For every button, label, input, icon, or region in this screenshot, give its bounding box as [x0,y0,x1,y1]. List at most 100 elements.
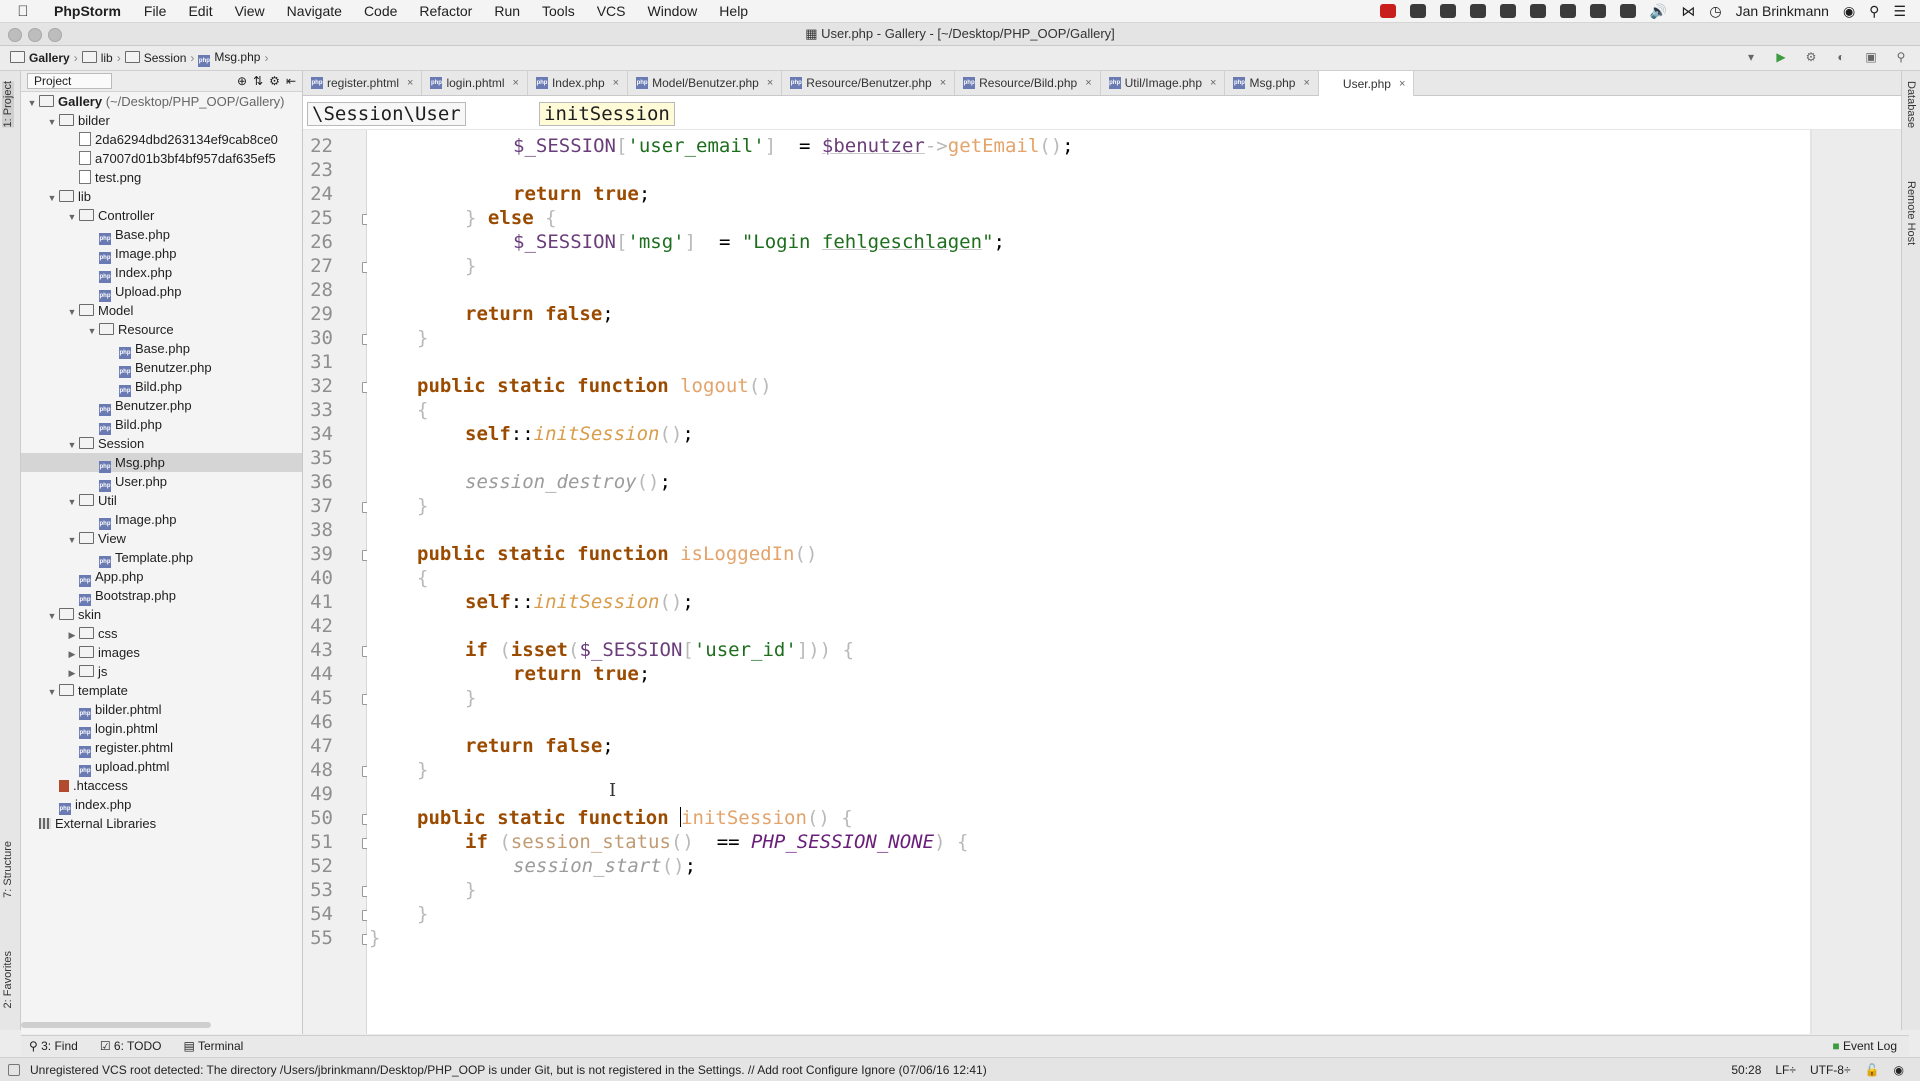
tree-item[interactable]: php User.php [21,472,302,492]
line-number[interactable]: 28 [303,278,333,302]
run-config-dropdown[interactable]: ▾ [1742,50,1760,66]
menu-vcs[interactable]: VCS [586,3,637,19]
notification-center-icon[interactable]: ☰ [1893,3,1906,20]
tree-item[interactable]: php Base.php [21,339,302,359]
tree-item[interactable]: php upload.phtml [21,757,302,777]
line-number[interactable]: 22 [303,134,333,158]
breadcrumb-item[interactable]: Session [124,51,186,65]
line-number[interactable]: 35 [303,446,333,470]
line-number[interactable]: 26 [303,230,333,254]
tree-item[interactable]: ▼ skin [21,605,302,624]
collapse-icon[interactable]: ⇅ [253,74,263,88]
wifi-icon[interactable] [1619,4,1636,18]
line-number[interactable]: 24 [303,182,333,206]
tree-item[interactable]: ▼ Util [21,491,302,510]
tab-msg-php[interactable]: php Msg.php × [1225,71,1319,95]
tree-item[interactable]: php Index.php [21,263,302,283]
event-log-button[interactable]: ■ Event Log [1832,1039,1909,1053]
spotlight-icon[interactable]: ⚲ [1869,3,1879,20]
tree-item[interactable]: php Msg.php [21,453,302,473]
tree-item[interactable]: ▶ js [21,662,302,681]
tree-item[interactable]: ▶ images [21,643,302,662]
close-tab-icon[interactable]: × [767,77,773,89]
breadcrumb-item[interactable]: Gallery [10,51,70,65]
breadcrumb-class[interactable]: \Session\User [307,102,466,126]
tree-item[interactable]: php App.php [21,567,302,587]
line-number[interactable]: 29 [303,302,333,326]
tree-item[interactable]: php Bootstrap.php [21,586,302,606]
debug-icon[interactable]: ⚙ [1802,50,1820,66]
tree-item[interactable]: ▼ template [21,681,302,700]
line-number[interactable]: 42 [303,614,333,638]
tree-item[interactable]: php register.phtml [21,738,302,758]
tab-resource-bild-php[interactable]: php Resource/Bild.php × [955,71,1101,95]
tree-item[interactable]: ▼ Model [21,301,302,320]
tree-item[interactable]: ▼ View [21,529,302,548]
close-window-button[interactable] [8,28,22,42]
creative-cloud-icon[interactable] [1559,4,1576,18]
lock-icon[interactable]: 🔓 [1865,1063,1880,1077]
tab-database[interactable]: Database [1905,81,1917,128]
tab-model-benutzer-php[interactable]: php Model/Benutzer.php × [628,71,783,95]
line-number[interactable]: 51 [303,830,333,854]
tab-login-phtml[interactable]: php login.phtml × [422,71,528,95]
tree-item[interactable]: External Libraries [21,814,302,833]
evernote-icon[interactable] [1439,4,1456,18]
tab-structure[interactable]: 7: Structure [2,841,14,898]
line-number[interactable]: 54 [303,902,333,926]
menu-help[interactable]: Help [708,3,759,19]
tree-item[interactable]: php login.phtml [21,719,302,739]
tree-item[interactable]: php Benutzer.php [21,358,302,378]
line-number[interactable]: 43 [303,638,333,662]
menu-tools[interactable]: Tools [531,3,586,19]
inspector-icon[interactable]: ◉ [1894,1063,1904,1077]
horizontal-scrollbar[interactable] [21,1022,211,1028]
tray-app-icon[interactable] [1529,4,1546,18]
line-number[interactable]: 34 [303,422,333,446]
tab-util-image-php[interactable]: php Util/Image.php × [1101,71,1226,95]
menu-file[interactable]: File [133,3,178,19]
menu-code[interactable]: Code [353,3,408,19]
tree-item[interactable]: php Image.php [21,510,302,530]
close-tab-icon[interactable]: × [613,77,619,89]
line-separator[interactable]: LF÷ [1775,1063,1796,1077]
tree-item[interactable]: php Benutzer.php [21,396,302,416]
breadcrumb-method[interactable]: initSession [539,102,675,126]
close-tab-icon[interactable]: × [1210,77,1216,89]
line-number[interactable]: 25 [303,206,333,230]
line-number[interactable]: 30 [303,326,333,350]
close-tab-icon[interactable]: × [1399,78,1405,90]
hide-icon[interactable]: ⇤ [286,74,302,88]
zoom-window-button[interactable] [48,28,62,42]
line-number[interactable]: 49 [303,782,333,806]
tree-item[interactable]: ▼ Resource [21,320,302,339]
tree-item[interactable]: php Upload.php [21,282,302,302]
time-machine-icon[interactable]: ◷ [1709,3,1721,20]
stop-icon[interactable]: ▣ [1862,50,1880,66]
tool-windows-icon[interactable] [8,1064,20,1076]
menu-refactor[interactable]: Refactor [408,3,483,19]
line-number[interactable]: 39 [303,542,333,566]
close-tab-icon[interactable]: × [1085,77,1091,89]
project-view-select[interactable]: Project [27,73,113,89]
tree-item[interactable]: php index.php [21,795,302,815]
line-number[interactable]: 53 [303,878,333,902]
tab-user-php[interactable]: phpUser.php× [1318,71,1415,96]
onepassword-icon[interactable] [1499,4,1516,18]
tree-item[interactable]: php Template.php [21,548,302,568]
close-tab-icon[interactable]: × [1303,77,1309,89]
tree-item[interactable]: ▼ lib [21,187,302,206]
close-tab-icon[interactable]: × [513,77,519,89]
bluetooth-icon[interactable]: ⋈ [1681,3,1695,20]
app-menu[interactable]: PhpStorm [46,3,133,19]
search-everywhere-icon[interactable]: ⚲ [1892,50,1910,66]
breadcrumb-item[interactable]: php Msg.php [198,50,260,67]
line-number[interactable]: 40 [303,566,333,590]
line-number[interactable]: 37 [303,494,333,518]
tab-register-phtml[interactable]: php register.phtml × [303,71,423,95]
tree-item[interactable]: php bilder.phtml [21,700,302,720]
tree-item[interactable]: .htaccess [21,776,302,795]
record-icon[interactable] [1379,4,1396,18]
tab-project[interactable]: 1: Project [2,81,14,128]
tab-index-php[interactable]: php Index.php × [528,71,629,95]
